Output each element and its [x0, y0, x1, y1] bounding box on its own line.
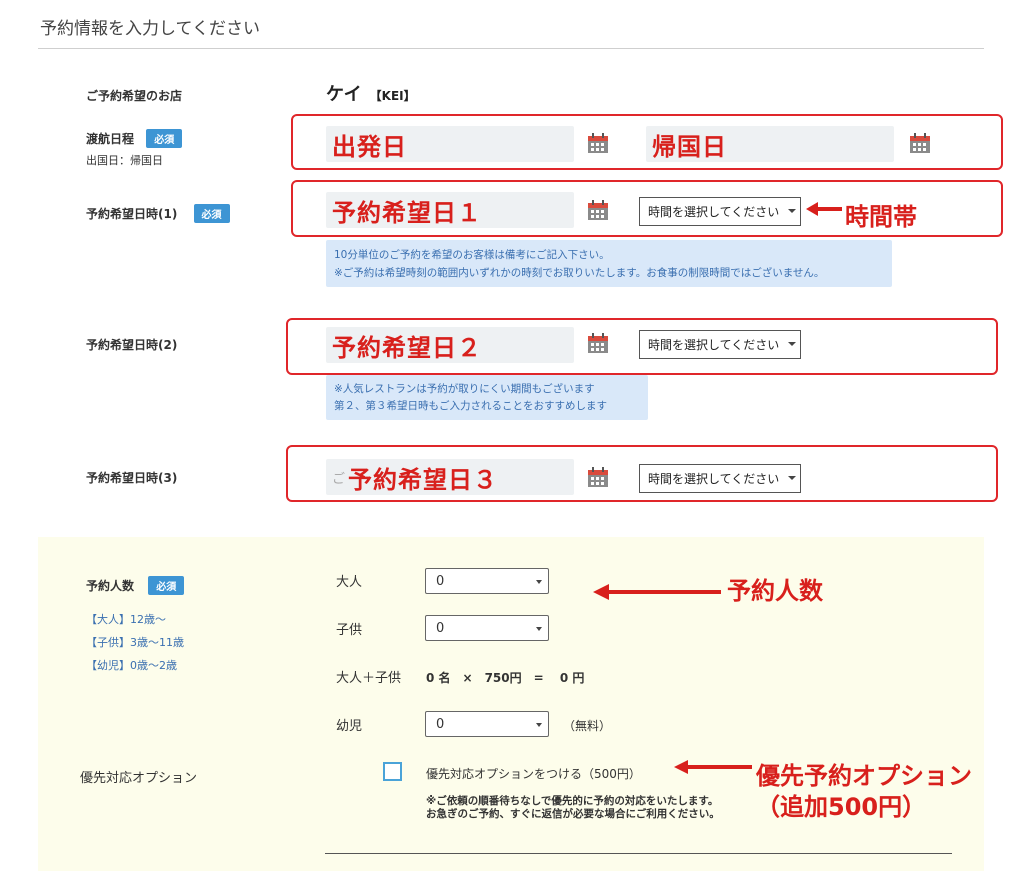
- request3-label: 予約希望日時(3): [86, 471, 178, 485]
- note-line: 10分単位のご予約を希望のお客様は備考にご記入下さい。: [334, 249, 610, 261]
- arrow-left-icon: [806, 202, 842, 216]
- request3-date-field[interactable]: ご予約希望日３: [326, 459, 574, 495]
- priority-checkbox-label[interactable]: 優先対応オプションをつける（500円）: [426, 765, 641, 782]
- calendar-icon[interactable]: [587, 133, 609, 154]
- priority-label: 優先対応オプション: [80, 771, 198, 786]
- return-date-value: 帰国日: [652, 132, 727, 161]
- child-count-value: 0: [436, 620, 445, 636]
- heading-divider: [38, 48, 984, 49]
- section-divider: [325, 853, 952, 854]
- request3-date-value: 予約希望日３: [348, 465, 499, 494]
- annotation-priority-line1: 優先予約オプション: [756, 762, 972, 790]
- child-label: 子供: [336, 623, 363, 638]
- chevron-down-icon: [788, 342, 796, 346]
- child-count-select[interactable]: 0: [425, 615, 549, 641]
- request2-note: ※人気レストランは予約が取りにくい期間もございます 第２、第３希望日時もご入力さ…: [326, 375, 648, 420]
- request1-time-value: 時間を選択してください: [648, 205, 780, 219]
- age-note-adult: 【大人】12歳～: [86, 613, 166, 626]
- note-line: 第２、第３希望日時もご入力されることをおすすめします: [334, 400, 607, 412]
- adult-label: 大人: [336, 575, 363, 590]
- note-line: ※人気レストランは予約が取りにくい期間もございます: [334, 383, 595, 395]
- infant-count-select[interactable]: 0: [425, 711, 549, 737]
- store-name-ja: ケイ: [326, 84, 362, 105]
- note-line: お急ぎのご予約、すぐに返信が必要な場合にご利用ください。: [426, 808, 720, 820]
- request3-time-select[interactable]: 時間を選択してください: [639, 464, 801, 493]
- infant-free-label: （無料）: [563, 719, 612, 733]
- priority-checkbox[interactable]: [383, 762, 402, 781]
- travel-label: 渡航日程 必須: [86, 129, 183, 148]
- age-note-infant: 【幼児】0歳～2歳: [86, 659, 177, 672]
- travel-sublabel: 出国日：帰国日: [86, 154, 163, 167]
- arrow-left-icon: [674, 760, 752, 774]
- request2-time-select[interactable]: 時間を選択してください: [639, 330, 801, 359]
- page-title: 予約情報を入力してください: [40, 19, 260, 39]
- note-line: ※ご依頼の順番待ちなしで優先的に予約の対応をいたします。: [426, 795, 719, 807]
- departure-date-field[interactable]: 出発日: [326, 126, 574, 162]
- note-line: ※ご予約は希望時刻の範囲内いずれかの時刻でお取りいたします。お食事の制限時間では…: [334, 267, 825, 279]
- calendar-icon[interactable]: [909, 133, 931, 154]
- arrow-left-icon: [593, 584, 721, 600]
- store-name-en: 【KEI】: [369, 89, 416, 103]
- total-label: 大人＋子供: [336, 671, 402, 686]
- adult-count-select[interactable]: 0: [425, 568, 549, 594]
- required-badge: 必須: [146, 129, 183, 148]
- travel-label-text: 渡航日程: [86, 132, 135, 146]
- calendar-icon[interactable]: [587, 200, 609, 221]
- annotation-party-size: 予約人数: [727, 577, 823, 605]
- chevron-down-icon: [788, 476, 796, 480]
- calendar-icon[interactable]: [587, 333, 609, 354]
- infant-count-value: 0: [436, 716, 445, 732]
- request1-date-value: 予約希望日１: [332, 198, 482, 227]
- request2-label: 予約希望日時(2): [86, 338, 178, 352]
- annotation-time-slot: 時間帯: [845, 203, 917, 231]
- adult-count-value: 0: [436, 573, 445, 589]
- request1-time-select[interactable]: 時間を選択してください: [639, 197, 801, 226]
- chevron-down-icon: [788, 209, 796, 213]
- annotation-priority-line2: （追加500円）: [756, 793, 927, 821]
- party-label-text: 予約人数: [86, 579, 135, 593]
- age-note-child: 【子供】3歳～11歳: [86, 636, 184, 649]
- request3-placeholder: ご: [332, 471, 347, 487]
- store-label: ご予約希望のお店: [86, 89, 183, 103]
- priority-note: ※ご依頼の順番待ちなしで優先的に予約の対応をいたします。 お急ぎのご予約、すぐに…: [426, 795, 720, 821]
- infant-label: 幼児: [336, 719, 363, 734]
- store-name: ケイ 【KEI】: [326, 80, 416, 106]
- party-label: 予約人数 必須: [86, 576, 185, 595]
- request2-date-value: 予約希望日２: [332, 333, 482, 362]
- departure-date-value: 出発日: [332, 132, 407, 161]
- return-date-field[interactable]: 帰国日: [646, 126, 894, 162]
- request2-date-field[interactable]: 予約希望日２: [326, 327, 574, 363]
- request1-label: 予約希望日時(1) 必須: [86, 204, 230, 223]
- chevron-down-icon: [536, 580, 542, 584]
- request1-date-field[interactable]: 予約希望日１: [326, 192, 574, 228]
- request1-label-text: 予約希望日時(1): [86, 207, 178, 221]
- chevron-down-icon: [536, 627, 542, 631]
- total-formula: 0 名 × 750円 = 0 円: [426, 671, 585, 685]
- required-badge: 必須: [148, 576, 185, 595]
- request2-time-value: 時間を選択してください: [648, 338, 780, 352]
- request3-time-value: 時間を選択してください: [648, 472, 780, 486]
- calendar-icon[interactable]: [587, 467, 609, 488]
- chevron-down-icon: [536, 723, 542, 727]
- required-badge: 必須: [193, 204, 230, 223]
- request1-note: 10分単位のご予約を希望のお客様は備考にご記入下さい。 ※ご予約は希望時刻の範囲…: [326, 240, 892, 287]
